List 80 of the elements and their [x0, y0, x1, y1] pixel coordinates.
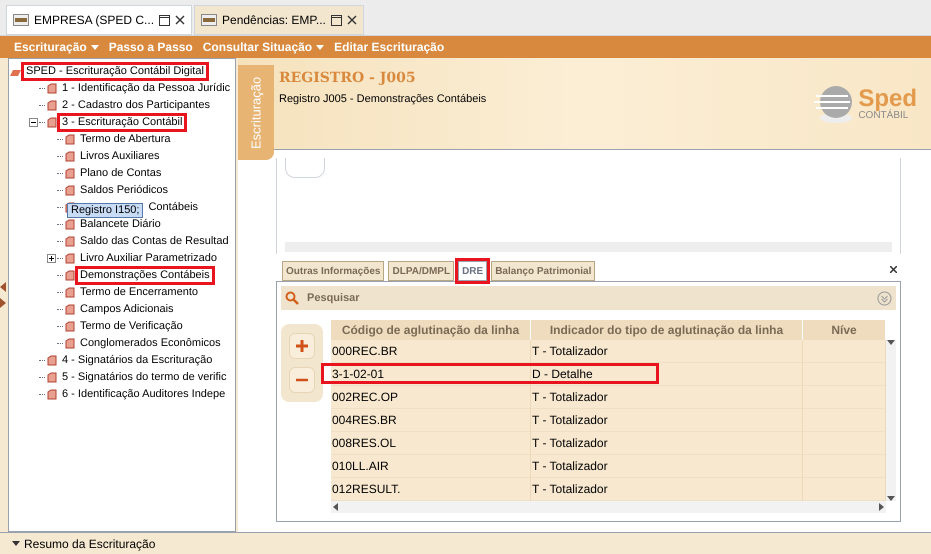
search-icon — [285, 291, 299, 305]
caret-icon — [316, 44, 324, 50]
close-icon[interactable] — [346, 15, 357, 25]
document-icon — [47, 355, 57, 366]
document-icon — [47, 100, 57, 111]
close-icon[interactable] — [890, 266, 897, 273]
summary-toggle[interactable]: Resumo da Escrituração — [12, 534, 156, 552]
tree-item[interactable]: 6 - Identificação Auditores Indepe — [60, 388, 228, 401]
expand-right-icon[interactable] — [0, 298, 6, 308]
document-icon — [47, 83, 57, 94]
document-icon — [65, 151, 75, 162]
document-icon — [47, 389, 57, 400]
tree-item[interactable]: Campos Adicionais — [78, 303, 176, 316]
tree-item[interactable]: Livros Auxiliares — [78, 150, 162, 163]
app-icon — [13, 14, 29, 26]
tree-item[interactable]: Plano de Contas — [78, 167, 164, 180]
document-icon — [65, 338, 75, 349]
document-icon — [65, 321, 75, 332]
vertical-scrollbar[interactable] — [886, 340, 896, 501]
section-tab[interactable]: DRE — [458, 261, 488, 281]
document-icon — [65, 134, 75, 145]
tree-item[interactable]: Termo de Verificação — [78, 320, 185, 333]
document-icon — [65, 219, 75, 230]
scroll-handle[interactable] — [285, 158, 325, 178]
document-icon — [65, 168, 75, 179]
tree-item[interactable]: Balancete Diário — [78, 218, 163, 231]
collapse-icon[interactable] — [28, 118, 38, 127]
document-tab[interactable]: EMPRESA (SPED C... — [6, 5, 192, 35]
collapse-left-icon[interactable] — [0, 282, 6, 292]
expand-icon[interactable] — [46, 254, 56, 263]
caret-icon — [887, 340, 895, 345]
tree-item[interactable]: Termo de Abertura — [78, 133, 172, 146]
table-cell: 000REC.BR — [331, 340, 531, 363]
document-icon — [65, 270, 75, 281]
logo-text: Sped — [858, 86, 917, 110]
tree-item[interactable]: Saldo das Contas de Resultad — [78, 235, 231, 248]
add-button[interactable] — [289, 333, 315, 359]
horizontal-scrollbar[interactable] — [331, 501, 886, 513]
page-title: REGISTRO - J005 — [279, 69, 417, 88]
maximize-icon[interactable] — [159, 14, 170, 26]
tree-item[interactable]: Termo de Encerramento — [78, 286, 200, 299]
tab-label: Pendências: EMP... — [222, 12, 326, 29]
section-tab[interactable]: DLPA/DMPL — [388, 261, 454, 281]
tree-item[interactable]: Demonstrações Contábeis — [78, 269, 212, 282]
plus-icon — [295, 339, 309, 353]
document-icon — [65, 287, 75, 298]
app-icon — [201, 14, 218, 26]
tree-item[interactable]: 3 - Escrituração Contábil — [60, 116, 184, 129]
tree-item[interactable]: Livro Auxiliar Parametrizado — [78, 252, 219, 265]
document-icon — [65, 185, 75, 196]
document-icon — [47, 372, 57, 383]
remove-button[interactable] — [289, 367, 315, 393]
document-icon — [47, 117, 57, 128]
document-tab[interactable]: Pendências: EMP... — [194, 5, 364, 35]
minus-icon — [295, 378, 309, 382]
caret-icon — [887, 496, 895, 501]
tab-label: EMPRESA (SPED C... — [34, 12, 154, 29]
tree-item[interactable]: Contábeis — [146, 201, 200, 214]
section-tab[interactable]: Balanço Patrimonial — [491, 261, 596, 281]
page-subtitle: Registro J005 - Demonstrações Contábeis — [279, 92, 488, 107]
tree-item[interactable]: 1 - Identificação da Pessoa Jurídic — [60, 82, 232, 95]
tree-item[interactable]: Conglomerados Econômicos — [78, 337, 223, 350]
hover-tooltip: Registro I150; — [67, 203, 144, 218]
tree-item[interactable]: 2 - Cadastro dos Participantes — [60, 99, 212, 112]
caret-icon — [12, 541, 20, 546]
caret-icon — [90, 44, 99, 50]
document-icon — [65, 304, 75, 315]
tree-item[interactable]: 5 - Signatários do termo de verific — [60, 371, 228, 384]
search-bar[interactable]: Pesquisar — [281, 286, 896, 310]
close-icon[interactable] — [175, 15, 186, 25]
document-icon — [65, 253, 75, 264]
tree-item[interactable]: SPED - Escrituração Contábil Digital — [24, 65, 206, 78]
tree-item[interactable]: Saldos Periódicos — [78, 184, 170, 197]
scroll-right-icon[interactable] — [879, 503, 884, 511]
document-icon — [65, 236, 75, 247]
section-tab[interactable]: Outras Informações — [282, 261, 384, 281]
maximize-icon[interactable] — [330, 14, 342, 26]
logo-subtext: CONTÁBIL — [858, 110, 908, 120]
tree-item[interactable]: 4 - Signatários da Escrituração — [60, 354, 214, 367]
scroll-left-icon[interactable] — [333, 503, 338, 511]
